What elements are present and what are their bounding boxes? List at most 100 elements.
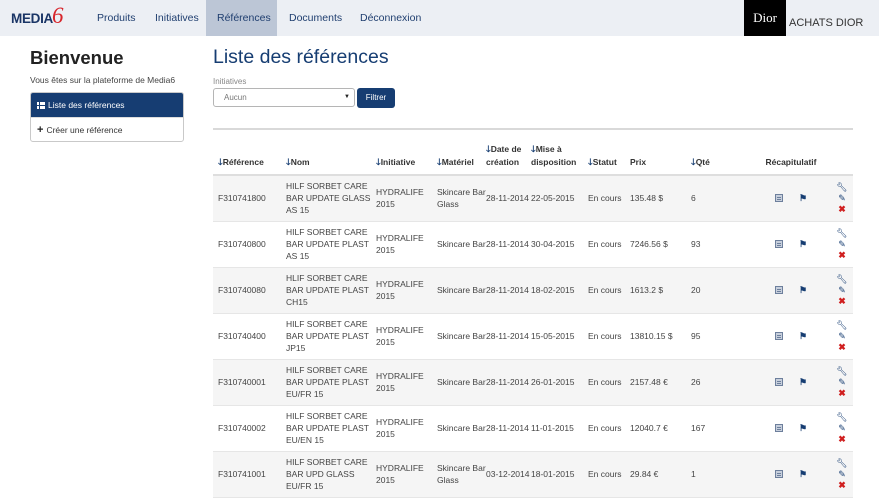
sidebar-item-label: Liste des références: [48, 100, 125, 110]
wrench-icon[interactable]: 🔧︎: [836, 182, 847, 193]
cell-materiel: Skincare Bar: [437, 313, 486, 360]
col-header-statut[interactable]: 🡓Statut: [588, 130, 630, 176]
summary-icon[interactable]: [774, 332, 783, 340]
wrench-icon[interactable]: 🔧︎: [836, 458, 847, 469]
col-header-date-creation[interactable]: 🡓Date de création: [486, 130, 531, 176]
cell-reference: F310740002: [213, 405, 286, 452]
cell-materiel: Skincare Bar: [437, 221, 486, 268]
cell-reference: F310741800: [213, 175, 286, 222]
col-header-actions: [831, 130, 853, 176]
cell-date-creation: 28-11-2014: [486, 359, 531, 406]
top-navbar: MEDIA 6 Produits Initiatives Références …: [0, 0, 879, 36]
col-header-initiative[interactable]: 🡓Initiative: [376, 130, 437, 176]
cell-recapitulatif: ⚑: [751, 405, 831, 452]
cell-recapitulatif: ⚑: [751, 221, 831, 268]
pencil-icon[interactable]: ✎: [838, 331, 846, 342]
wrench-icon[interactable]: 🔧︎: [836, 366, 847, 377]
cell-date-creation: 28-11-2014: [486, 175, 531, 222]
summary-icon[interactable]: [774, 240, 783, 248]
cell-actions: 🔧︎ ✎ ✖: [831, 175, 853, 222]
cell-qte: 26: [691, 359, 751, 406]
cell-date-creation: 28-11-2014: [486, 405, 531, 452]
cell-recapitulatif: ⚑: [751, 175, 831, 222]
wrench-icon[interactable]: 🔧︎: [836, 320, 847, 331]
cell-actions: 🔧︎ ✎ ✖: [831, 359, 853, 406]
cell-prix: 12040.7 €: [630, 405, 691, 452]
cell-nom: HILF SORBET CARE BAR UPDATE PLAST EU/FR …: [286, 359, 376, 406]
cell-recapitulatif: ⚑: [751, 359, 831, 406]
delete-icon[interactable]: ✖: [838, 250, 846, 261]
cell-qte: 167: [691, 405, 751, 452]
wrench-icon[interactable]: 🔧︎: [836, 228, 847, 239]
summary-icon[interactable]: [774, 378, 783, 386]
initiatives-filter-label: Initiatives: [213, 77, 247, 86]
cell-prix: 13810.15 $: [630, 313, 691, 360]
cell-actions: 🔧︎ ✎ ✖: [831, 405, 853, 452]
wrench-icon[interactable]: 🔧︎: [836, 412, 847, 423]
workflow-icon[interactable]: ⚑: [799, 468, 807, 480]
cell-qte: 1: [691, 451, 751, 498]
welcome-title: Bienvenue: [30, 47, 124, 68]
summary-icon[interactable]: [774, 424, 783, 432]
brand-text: MEDIA: [11, 10, 53, 26]
delete-icon[interactable]: ✖: [838, 434, 846, 445]
initiatives-select[interactable]: Aucun ▼: [213, 88, 355, 107]
table-row: F310740080 HLIF SORBET CARE BAR UPDATE PL…: [213, 267, 853, 314]
initiatives-select-value: Aucun: [224, 93, 247, 102]
cell-nom: HILF SORBET CARE BAR UPDATE PLAST AS 15: [286, 221, 376, 268]
col-header-materiel[interactable]: 🡓Matériel: [437, 130, 486, 176]
pencil-icon[interactable]: ✎: [838, 423, 846, 434]
workflow-icon[interactable]: ⚑: [799, 284, 807, 296]
summary-icon[interactable]: [774, 470, 783, 478]
nav-documents[interactable]: Documents: [280, 0, 351, 36]
col-header-prix: Prix: [630, 130, 691, 176]
workflow-icon[interactable]: ⚑: [799, 422, 807, 434]
cell-mise-a-disposition: 11-01-2015: [531, 405, 588, 452]
col-header-nom[interactable]: 🡓Nom: [286, 130, 376, 176]
pencil-icon[interactable]: ✎: [838, 193, 846, 204]
cell-initiative: HYDRALIFE 2015: [376, 267, 437, 314]
delete-icon[interactable]: ✖: [838, 204, 846, 215]
nav-deconnexion[interactable]: Déconnexion: [351, 0, 430, 36]
cell-mise-a-disposition: 18-01-2015: [531, 451, 588, 498]
cell-prix: 1613.2 $: [630, 267, 691, 314]
cell-mise-a-disposition: 26-01-2015: [531, 359, 588, 406]
cell-actions: 🔧︎ ✎ ✖: [831, 313, 853, 360]
cell-prix: 2157.48 €: [630, 359, 691, 406]
wrench-icon[interactable]: 🔧︎: [836, 274, 847, 285]
workflow-icon[interactable]: ⚑: [799, 192, 807, 204]
col-header-mise-a-disposition[interactable]: 🡓Mise à disposition: [531, 130, 588, 176]
delete-icon[interactable]: ✖: [838, 480, 846, 491]
table-row: F310741001 HILF SORBET CARE BAR UPD GLASS…: [213, 451, 853, 498]
dior-logo-text: Dior: [753, 10, 777, 25]
table-body: F310741800 HILF SORBET CARE BAR UPDATE GL…: [213, 175, 853, 498]
delete-icon[interactable]: ✖: [838, 342, 846, 353]
nav-references[interactable]: Références: [206, 0, 277, 36]
workflow-icon[interactable]: ⚑: [799, 330, 807, 342]
nav-initiatives[interactable]: Initiatives: [146, 0, 208, 36]
pencil-icon[interactable]: ✎: [838, 239, 846, 250]
cell-actions: 🔧︎ ✎ ✖: [831, 267, 853, 314]
delete-icon[interactable]: ✖: [838, 388, 846, 399]
col-header-reference[interactable]: 🡓Référence: [213, 130, 286, 176]
workflow-icon[interactable]: ⚑: [799, 238, 807, 250]
filter-button[interactable]: Filtrer: [357, 88, 395, 108]
sidebar-item-creer-reference[interactable]: + Créer une référence: [31, 117, 183, 141]
cell-reference: F310740001: [213, 359, 286, 406]
sidebar-item-liste-references[interactable]: Liste des références: [31, 93, 183, 117]
summary-icon[interactable]: [774, 194, 783, 203]
pencil-icon[interactable]: ✎: [838, 285, 846, 296]
nav-produits[interactable]: Produits: [88, 0, 145, 36]
workflow-icon[interactable]: ⚑: [799, 376, 807, 388]
media6-logo[interactable]: MEDIA 6: [11, 4, 64, 30]
pencil-icon[interactable]: ✎: [838, 377, 846, 388]
pencil-icon[interactable]: ✎: [838, 469, 846, 480]
cell-qte: 95: [691, 313, 751, 360]
summary-icon[interactable]: [774, 286, 783, 294]
col-header-qte[interactable]: 🡓Qté: [691, 130, 751, 176]
cell-statut: En cours: [588, 175, 630, 222]
cell-nom: HILF SORBET CARE BAR UPDATE GLASS AS 15: [286, 175, 376, 222]
cell-initiative: HYDRALIFE 2015: [376, 451, 437, 498]
cell-mise-a-disposition: 22-05-2015: [531, 175, 588, 222]
delete-icon[interactable]: ✖: [838, 296, 846, 307]
